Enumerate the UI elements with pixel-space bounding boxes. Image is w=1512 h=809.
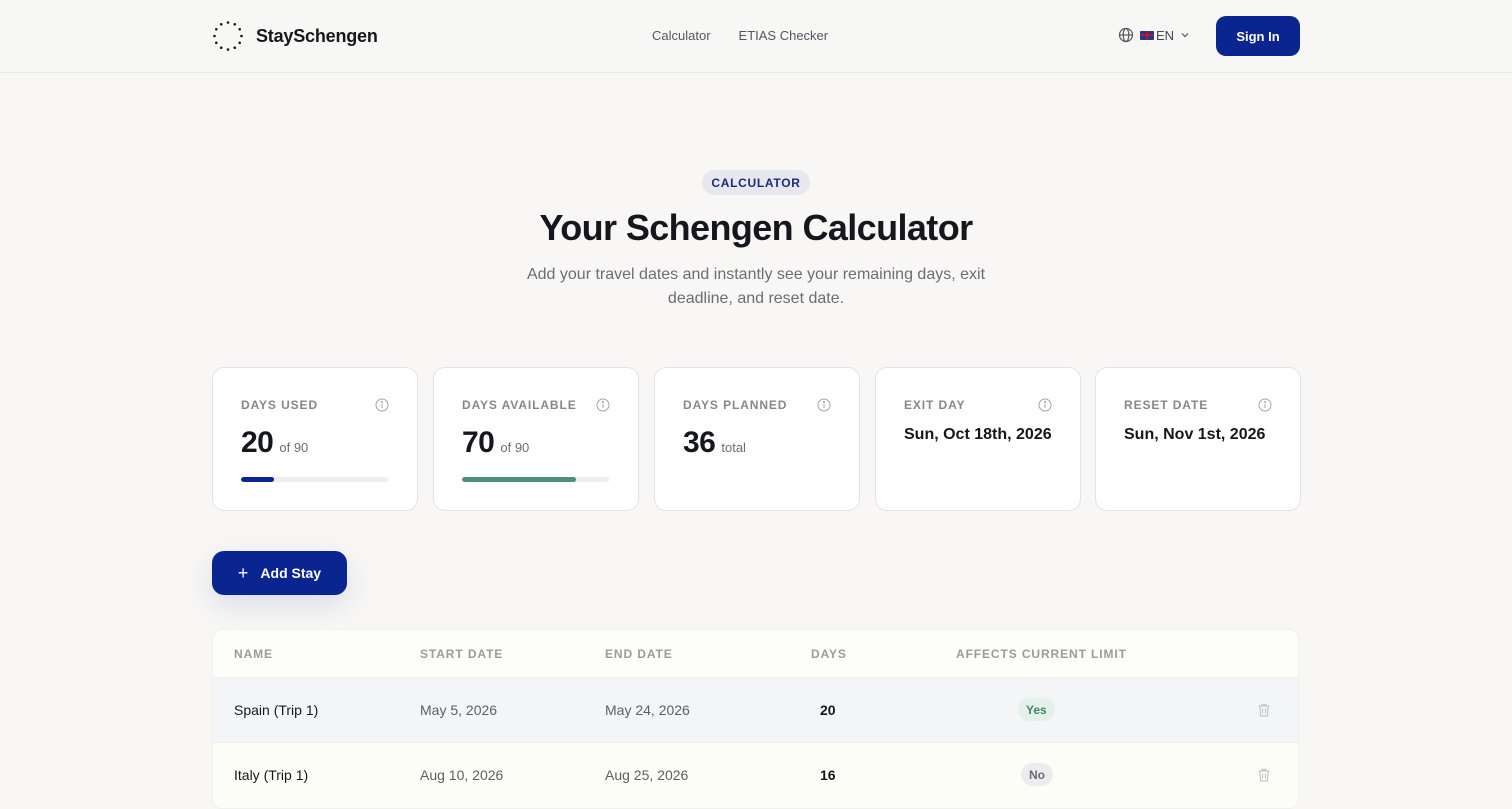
- stat-label: RESET DATE: [1124, 398, 1209, 412]
- stay-end-date: Aug 25, 2026: [605, 767, 689, 783]
- stay-name: Italy (Trip 1): [234, 767, 309, 783]
- stay-start-date: May 5, 2026: [420, 702, 498, 718]
- column-header-name[interactable]: NAME: [234, 647, 273, 661]
- column-header-start-date[interactable]: START DATE: [420, 647, 503, 661]
- trash-icon[interactable]: [1256, 767, 1272, 783]
- trash-icon[interactable]: [1256, 702, 1272, 718]
- column-header-days[interactable]: DAYS: [811, 647, 847, 661]
- stays-table: NAME START DATE END DATE DAYS AFFECTS CU…: [212, 629, 1299, 809]
- sign-in-button[interactable]: Sign In: [1216, 16, 1300, 56]
- top-navbar: StaySchengen Calculator ETIAS Checker EN…: [0, 0, 1512, 73]
- brand-logo[interactable]: StaySchengen: [212, 20, 378, 52]
- info-icon[interactable]: [1258, 398, 1272, 412]
- page-subtitle: Add your travel dates and instantly see …: [526, 266, 986, 307]
- table-header: NAME START DATE END DATE DAYS AFFECTS CU…: [213, 630, 1298, 676]
- stat-label: DAYS USED: [241, 398, 319, 412]
- stat-number: 70: [462, 426, 495, 459]
- brand-name: StaySchengen: [256, 25, 378, 46]
- stat-suffix: total: [721, 440, 746, 455]
- globe-icon: [1118, 27, 1134, 43]
- stat-suffix: of 90: [279, 440, 309, 455]
- info-icon[interactable]: [1038, 398, 1052, 412]
- add-stay-label: Add Stay: [260, 565, 322, 581]
- stat-card-reset-date: RESET DATE Sun, Nov 1st, 2026: [1095, 367, 1301, 511]
- nav-link-calculator[interactable]: Calculator: [652, 28, 711, 43]
- affects-limit-badge: No: [1021, 763, 1053, 786]
- progress-bar-fill: [462, 477, 577, 482]
- star-circle-logo-icon: [213, 21, 243, 51]
- stat-card-days-used: DAYS USED 20 of 90: [212, 367, 418, 511]
- add-stay-button[interactable]: + Add Stay: [212, 551, 347, 595]
- stat-suffix: of 90: [500, 440, 530, 455]
- stat-card-days-planned: DAYS PLANNED 36 total: [654, 367, 860, 511]
- stay-name: Spain (Trip 1): [234, 702, 319, 718]
- page-title: Your Schengen Calculator: [539, 207, 973, 248]
- stat-number: 20: [241, 426, 274, 459]
- stat-label: DAYS PLANNED: [683, 398, 788, 412]
- info-icon[interactable]: [817, 398, 831, 412]
- stat-value: 20 of 90: [241, 426, 308, 460]
- info-icon[interactable]: [596, 398, 610, 412]
- table-row[interactable]: Italy (Trip 1) Aug 10, 2026 Aug 25, 2026…: [213, 742, 1298, 807]
- stat-label: EXIT DAY: [904, 398, 966, 412]
- stay-days: 20: [820, 702, 836, 718]
- column-header-affects-limit[interactable]: AFFECTS CURRENT LIMIT: [956, 647, 1127, 661]
- stat-label: DAYS AVAILABLE: [462, 398, 577, 412]
- language-code: EN: [1156, 27, 1175, 43]
- language-selector[interactable]: EN: [1118, 27, 1190, 43]
- chevron-down-icon: [1181, 33, 1189, 38]
- stat-card-days-available: DAYS AVAILABLE 70 of 90: [433, 367, 639, 511]
- uk-flag-icon: [1140, 30, 1154, 40]
- stay-end-date: May 24, 2026: [605, 702, 690, 718]
- nav-link-etias-checker[interactable]: ETIAS Checker: [739, 28, 829, 43]
- stat-value: 36 total: [683, 426, 746, 460]
- affects-limit-badge: Yes: [1018, 698, 1055, 721]
- reset-date-value: Sun, Nov 1st, 2026: [1124, 426, 1266, 443]
- info-icon[interactable]: [375, 398, 389, 412]
- progress-bar: [462, 477, 609, 482]
- stat-value: 70 of 90: [462, 426, 529, 460]
- exit-day-value: Sun, Oct 18th, 2026: [904, 426, 1052, 443]
- progress-bar-fill: [241, 477, 274, 482]
- stay-start-date: Aug 10, 2026: [420, 767, 504, 783]
- stat-card-exit-day: EXIT DAY Sun, Oct 18th, 2026: [875, 367, 1081, 511]
- section-pill: CALCULATOR: [702, 170, 810, 195]
- plus-icon: +: [237, 563, 249, 583]
- table-row[interactable]: Spain (Trip 1) May 5, 2026 May 24, 2026 …: [213, 677, 1298, 742]
- stat-number: 36: [683, 426, 716, 459]
- progress-bar: [241, 477, 388, 482]
- main-nav: Calculator ETIAS Checker: [652, 28, 828, 43]
- column-header-end-date[interactable]: END DATE: [605, 647, 673, 661]
- stay-days: 16: [820, 767, 836, 783]
